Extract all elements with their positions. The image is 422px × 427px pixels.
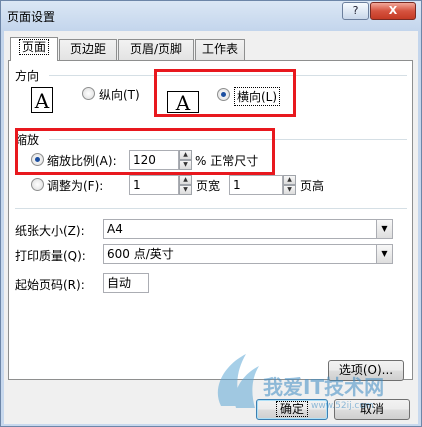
chevron-down-icon[interactable]: ▼	[376, 245, 392, 263]
close-button[interactable]: X	[370, 2, 416, 20]
portrait-label[interactable]: 纵向(T)	[99, 86, 140, 103]
help-button[interactable]: ?	[342, 2, 369, 20]
fit-pages-wide-input[interactable]: 1	[129, 175, 179, 195]
chevron-down-icon[interactable]: ▼	[376, 220, 392, 238]
tab-margins[interactable]: 页边距	[59, 39, 117, 60]
landscape-highlight-box	[154, 69, 296, 117]
spin-down-icon[interactable]: ▼	[179, 185, 192, 195]
fit-pages-tall-spinner[interactable]: ▲ ▼	[283, 175, 296, 195]
first-page-number-input[interactable]: 自动	[103, 273, 149, 293]
orientation-heading: 方向	[15, 69, 40, 83]
portrait-page-icon: A	[31, 87, 53, 113]
ok-button[interactable]: 确定	[256, 399, 328, 420]
spin-up-icon[interactable]: ▲	[283, 175, 296, 185]
paper-size-value: A4	[107, 222, 123, 236]
fit-pages-tall-input[interactable]: 1	[229, 175, 283, 195]
portrait-radio[interactable]	[82, 87, 95, 100]
fit-to-radio[interactable]	[31, 178, 44, 191]
tab-sheet[interactable]: 工作表	[195, 39, 245, 60]
dialog-content: 页面 页边距 页眉/页脚 工作表 方向 A 纵向(T) A 横向(L) 缩放 缩…	[4, 31, 418, 424]
paper-size-label: 纸张大小(Z):	[15, 224, 85, 238]
fit-pages-wide-suffix: 页宽	[196, 179, 221, 193]
tab-page[interactable]: 页面	[10, 37, 58, 61]
dialog-title: 页面设置	[7, 10, 56, 24]
tab-header-footer[interactable]: 页眉/页脚	[118, 39, 194, 60]
print-quality-value: 600 点/英寸	[107, 247, 174, 261]
cancel-button[interactable]: 取消	[334, 399, 410, 420]
page-tab-panel: 方向 A 纵向(T) A 横向(L) 缩放 缩放比例(A): 120 ▲ ▼ %…	[8, 60, 413, 381]
print-quality-select[interactable]: 600 点/英寸 ▼	[103, 244, 393, 264]
scaling-highlight-box	[15, 128, 275, 175]
paper-divider	[15, 208, 407, 209]
spin-up-icon[interactable]: ▲	[179, 175, 192, 185]
fit-pages-wide-spinner[interactable]: ▲ ▼	[179, 175, 192, 195]
paper-size-select[interactable]: A4 ▼	[103, 219, 393, 239]
fit-pages-tall-suffix: 页高	[300, 179, 325, 193]
options-button[interactable]: 选项(O)...	[328, 360, 404, 381]
title-bar: 页面设置 ? X	[1, 1, 421, 31]
first-page-number-label: 起始页码(R):	[15, 278, 85, 292]
print-quality-label: 打印质量(Q):	[15, 249, 86, 263]
spin-down-icon[interactable]: ▼	[283, 185, 296, 195]
page-setup-dialog: 页面设置 ? X 页面 页边距 页眉/页脚 工作表 方向 A 纵向(T) A 横…	[0, 0, 422, 427]
fit-to-label[interactable]: 调整为(F):	[47, 177, 103, 194]
